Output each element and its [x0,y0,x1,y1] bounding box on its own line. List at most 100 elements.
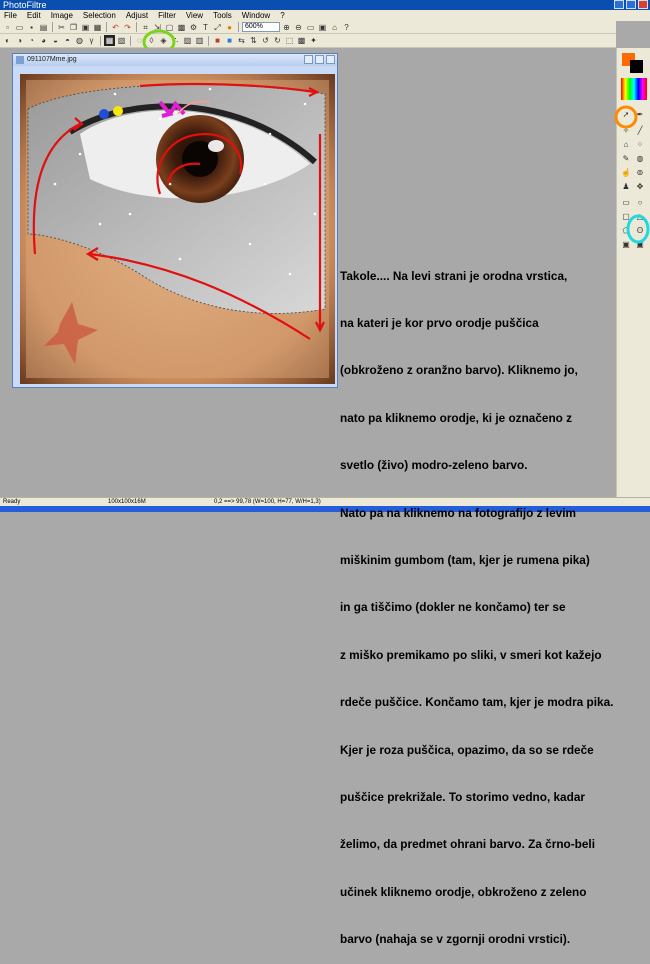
print-icon[interactable]: ▤ [38,22,49,33]
menu-edit[interactable]: Edit [23,11,47,20]
brightness-up-icon[interactable]: ◕ [38,35,49,46]
auto-levels-icon[interactable]: ◐ [2,35,13,46]
app-title: PhotoFiltre [3,0,47,10]
undo-icon[interactable]: ↶ [110,22,121,33]
gamma-icon[interactable]: γ [86,35,97,46]
contrast-down-icon[interactable]: ◒ [50,35,61,46]
paste-new-icon[interactable]: ▦ [92,22,103,33]
auto-contrast-icon[interactable]: ◑ [14,35,25,46]
document-window-controls [304,55,335,64]
menu-image[interactable]: Image [47,11,79,20]
menu-bar: File Edit Image Selection Adjust Filter … [0,10,650,21]
minimize-button[interactable] [614,0,624,9]
annotation-line: in ga tiščimo (dokler ne končamo) ter se [340,600,566,615]
menu-file[interactable]: File [0,11,23,20]
contrast-up-icon[interactable]: ◓ [62,35,73,46]
zoom-in-icon[interactable]: ⊕ [281,22,292,33]
fill-tool-icon[interactable]: ⌂ [621,140,631,150]
image-document-window[interactable]: 091107Mme.jpg [12,53,338,388]
stamp-tool-icon[interactable]: ♟ [621,182,631,192]
color-palette[interactable] [621,78,647,100]
document-icon [16,56,24,64]
tutorial-annotation: Takole.... Na levi strani je orodna vrst… [340,237,650,964]
flip-vertical-icon[interactable]: ⇅ [248,35,259,46]
menu-help[interactable]: ? [276,11,290,20]
open-folder-icon[interactable]: ▭ [14,22,25,33]
spray-tool-icon[interactable]: ⁘ [635,140,645,150]
copy-icon[interactable]: ❐ [68,22,79,33]
photo-canvas[interactable] [20,74,335,384]
saturation-icon[interactable]: ◍ [74,35,85,46]
background-color-swatch[interactable] [630,60,643,73]
doc-close-button[interactable] [326,55,335,64]
menu-selection[interactable]: Selection [79,11,122,20]
zoom-out-icon[interactable]: ⊖ [293,22,304,33]
relief-icon[interactable]: ▥ [194,35,205,46]
main-toolbar: ▫ ▭ ▪ ▤ ✂ ❐ ▣ ▦ ↶ ↷ ⌗ ⇲ ▢ ▩ ⚙ T ⤢ ● 600%… [0,21,616,34]
settings-icon[interactable]: ⚙ [188,22,199,33]
annotation-line: miškinim gumbom (tam, kjer je rumena pik… [340,552,590,567]
yellow-start-dot [113,106,123,116]
emboss-icon[interactable]: ▨ [182,35,193,46]
annotation-line: z miško premikamo po sliki, v smeri kot … [340,647,602,662]
paste-icon[interactable]: ▣ [80,22,91,33]
flip-horizontal-icon[interactable]: ⇆ [236,35,247,46]
menu-tools[interactable]: Tools [209,11,238,20]
rotate-left-icon[interactable]: ↺ [260,35,271,46]
new-file-icon[interactable]: ▫ [2,22,13,33]
document-title-bar: 091107Mme.jpg [13,54,337,66]
plugin-icon[interactable]: ● [224,22,235,33]
toolbar-separator [100,35,101,46]
window-controls [614,0,648,9]
full-screen-icon[interactable]: ▣ [317,22,328,33]
fit-image-icon[interactable]: ⤢ [212,22,223,33]
annotation-line: barvo (nahaja se v zgornji orodni vrstic… [340,932,571,947]
annotation-line: Nato pa na kliknemo na fotografijo z lev… [340,505,576,520]
annotation-line: Takole.... Na levi strani je orodna vrst… [340,268,568,283]
canvas-icon[interactable]: ▩ [296,35,307,46]
annotation-line: (obkroženo z oranžno barvo). Kliknemo jo… [340,363,578,378]
sepia-icon[interactable]: ▧ [116,35,127,46]
rotate-right-icon[interactable]: ↻ [272,35,283,46]
cut-icon[interactable]: ✂ [56,22,67,33]
scroll-tool-icon[interactable]: ✥ [635,182,645,192]
redo-icon[interactable]: ↷ [122,22,133,33]
brightness-down-icon[interactable]: ◔ [26,35,37,46]
menu-filter[interactable]: Filter [154,11,182,20]
grayscale-button-icon[interactable]: ▦ [104,35,115,46]
toolbar-separator [136,22,137,32]
zoom-select[interactable]: 600% [242,22,280,32]
annotation-line: učinek kliknemo orodje, obkroženo z zele… [340,884,587,899]
gradient-icon[interactable]: ■ [224,35,235,46]
color-palette-icon[interactable]: ■ [212,35,223,46]
annotation-line: puščice prekrižale. To storimo vedno, ka… [340,789,585,804]
transform-icon[interactable]: ⬚ [284,35,295,46]
rectangle-select-icon[interactable]: ▭ [621,198,631,208]
doc-minimize-button[interactable] [304,55,313,64]
app-title-bar: PhotoFiltre [0,0,650,10]
toolbar-separator [106,22,107,32]
actual-size-icon[interactable]: ▭ [305,22,316,33]
effects-icon[interactable]: ✦ [308,35,319,46]
annotation-line: na kateri je kor prvo orodje puščica [340,315,539,330]
smudge-tool-icon[interactable]: ☝ [621,168,631,178]
blur-tool-icon[interactable]: ◍ [635,154,645,164]
text-icon[interactable]: T [200,22,211,33]
explorer-icon[interactable]: ⌂ [329,22,340,33]
help-icon[interactable]: ? [341,22,352,33]
ellipse-select-icon[interactable]: ○ [635,198,645,208]
clone-tool-icon[interactable]: ⊚ [635,168,645,178]
maximize-button[interactable] [626,0,636,9]
toolbar-separator [208,35,209,46]
menu-window[interactable]: Window [238,11,276,20]
toolbar-separator [52,22,53,32]
menu-adjust[interactable]: Adjust [122,11,154,20]
save-icon[interactable]: ▪ [26,22,37,33]
annotation-line: svetlo (živo) modro-zeleno barvo. [340,458,528,473]
close-button[interactable] [638,0,648,9]
doc-maximize-button[interactable] [315,55,324,64]
brush-tool-icon[interactable]: ✎ [621,154,631,164]
background-swatch-fill [630,60,643,73]
eye-highlight [208,140,224,152]
menu-view[interactable]: View [182,11,209,20]
